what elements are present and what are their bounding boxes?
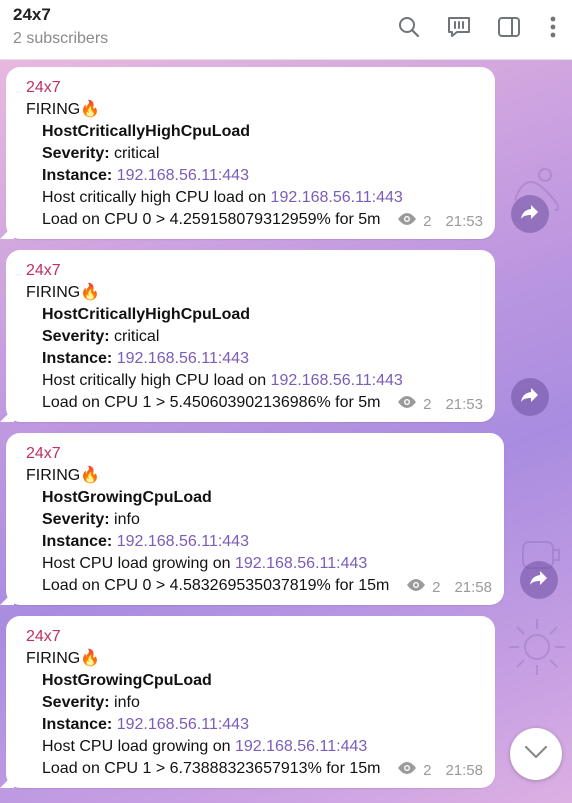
description-line: Host CPU load growing on 192.168.56.11:4… <box>26 553 490 575</box>
comments-icon <box>446 14 472 40</box>
instance-label: Instance: <box>42 350 113 367</box>
message-meta: 2 21:53 <box>397 394 483 416</box>
search-icon <box>398 16 420 38</box>
severity-label: Severity: <box>42 145 110 162</box>
view-count: 2 <box>423 213 432 230</box>
sidebar-toggle-button[interactable] <box>492 12 526 42</box>
instance-line: Instance: 192.168.56.11:443 <box>26 165 481 187</box>
severity-value: info <box>114 511 140 528</box>
instance-link[interactable]: 192.168.56.11:443 <box>117 167 249 184</box>
instance-link[interactable]: 192.168.56.11:443 <box>117 350 249 367</box>
chat-title[interactable]: 24x7 <box>13 5 51 25</box>
severity-label: Severity: <box>42 328 110 345</box>
severity-line: Severity: critical <box>26 326 481 348</box>
search-button[interactable] <box>392 12 426 42</box>
instance-line: Instance: 192.168.56.11:443 <box>26 714 481 736</box>
message-time: 21:53 <box>445 213 483 230</box>
chat-header: 24x7 2 subscribers <box>0 0 572 60</box>
message-bubble[interactable]: 24x7 FIRING🔥 HostCriticallyHighCpuLoad S… <box>6 67 495 239</box>
description-text: Host critically high CPU load on <box>42 372 271 389</box>
severity-line: Severity: critical <box>26 143 481 165</box>
description-link[interactable]: 192.168.56.11:443 <box>271 189 403 206</box>
message-bubble[interactable]: 24x7 FIRING🔥 HostCriticallyHighCpuLoad S… <box>6 250 495 422</box>
instance-link[interactable]: 192.168.56.11:443 <box>117 716 249 733</box>
message-sender[interactable]: 24x7 <box>26 260 481 282</box>
eye-icon <box>397 211 417 233</box>
severity-label: Severity: <box>42 511 110 528</box>
message-sender[interactable]: 24x7 <box>26 443 490 465</box>
description-line: Host critically high CPU load on 192.168… <box>26 187 481 209</box>
severity-value: critical <box>114 328 160 345</box>
chevron-down-icon <box>524 745 548 764</box>
subscriber-count: 2 subscribers <box>13 30 109 47</box>
description-line: Host CPU load growing on 192.168.56.11:4… <box>26 736 481 758</box>
view-count: 2 <box>423 396 432 413</box>
alert-name: HostCriticallyHighCpuLoad <box>42 306 251 323</box>
message-status: FIRING🔥 <box>26 101 101 118</box>
message-status: FIRING🔥 <box>26 467 101 484</box>
more-button[interactable] <box>536 12 570 42</box>
message-status: FIRING🔥 <box>26 650 101 667</box>
chat-area[interactable]: 24x7 FIRING🔥 HostCriticallyHighCpuLoad S… <box>0 60 572 803</box>
eye-icon <box>397 394 417 416</box>
sun-doodle-icon <box>509 619 565 675</box>
forward-arrow-icon <box>529 569 549 592</box>
message-time: 21:58 <box>445 762 483 779</box>
view-count: 2 <box>423 762 432 779</box>
message-bubble[interactable]: 24x7 FIRING🔥 HostGrowingCpuLoad Severity… <box>6 616 495 788</box>
message-bubble[interactable]: 24x7 FIRING🔥 HostGrowingCpuLoad Severity… <box>6 433 504 605</box>
scroll-down-button[interactable] <box>510 728 562 780</box>
description-text: Host CPU load growing on <box>42 555 235 572</box>
severity-value: critical <box>114 145 160 162</box>
instance-label: Instance: <box>42 716 113 733</box>
severity-value: info <box>114 694 140 711</box>
discussion-button[interactable] <box>442 12 476 42</box>
description-link[interactable]: 192.168.56.11:443 <box>235 555 367 572</box>
instance-line: Instance: 192.168.56.11:443 <box>26 531 490 553</box>
eye-icon <box>397 760 417 782</box>
instance-link[interactable]: 192.168.56.11:443 <box>117 533 249 550</box>
alert-name: HostGrowingCpuLoad <box>42 489 212 506</box>
description-text: Host CPU load growing on <box>42 738 235 755</box>
description-link[interactable]: 192.168.56.11:443 <box>271 372 403 389</box>
view-count: 2 <box>432 579 441 596</box>
forward-arrow-icon <box>520 386 540 409</box>
forward-arrow-icon <box>520 203 540 226</box>
message-meta: 2 21:58 <box>397 760 483 782</box>
message-sender[interactable]: 24x7 <box>26 626 481 648</box>
forward-button[interactable] <box>511 378 549 416</box>
forward-button[interactable] <box>511 195 549 233</box>
severity-label: Severity: <box>42 694 110 711</box>
instance-line: Instance: 192.168.56.11:443 <box>26 348 481 370</box>
message-meta: 2 21:53 <box>397 211 483 233</box>
message-status: FIRING🔥 <box>26 284 101 301</box>
message-meta: 2 21:58 <box>406 577 492 599</box>
alert-name: HostGrowingCpuLoad <box>42 672 212 689</box>
forward-button[interactable] <box>520 561 558 599</box>
message-time: 21:53 <box>445 396 483 413</box>
alert-name: HostCriticallyHighCpuLoad <box>42 123 251 140</box>
description-link[interactable]: 192.168.56.11:443 <box>235 738 367 755</box>
message-time: 21:58 <box>454 579 492 596</box>
eye-icon <box>406 577 426 599</box>
severity-line: Severity: info <box>26 692 481 714</box>
message-sender[interactable]: 24x7 <box>26 77 481 99</box>
description-line: Host critically high CPU load on 192.168… <box>26 370 481 392</box>
description-text: Host critically high CPU load on <box>42 189 271 206</box>
sidebar-toggle-icon <box>497 16 521 38</box>
severity-line: Severity: info <box>26 509 490 531</box>
instance-label: Instance: <box>42 533 113 550</box>
more-vertical-icon <box>550 16 556 38</box>
instance-label: Instance: <box>42 167 113 184</box>
